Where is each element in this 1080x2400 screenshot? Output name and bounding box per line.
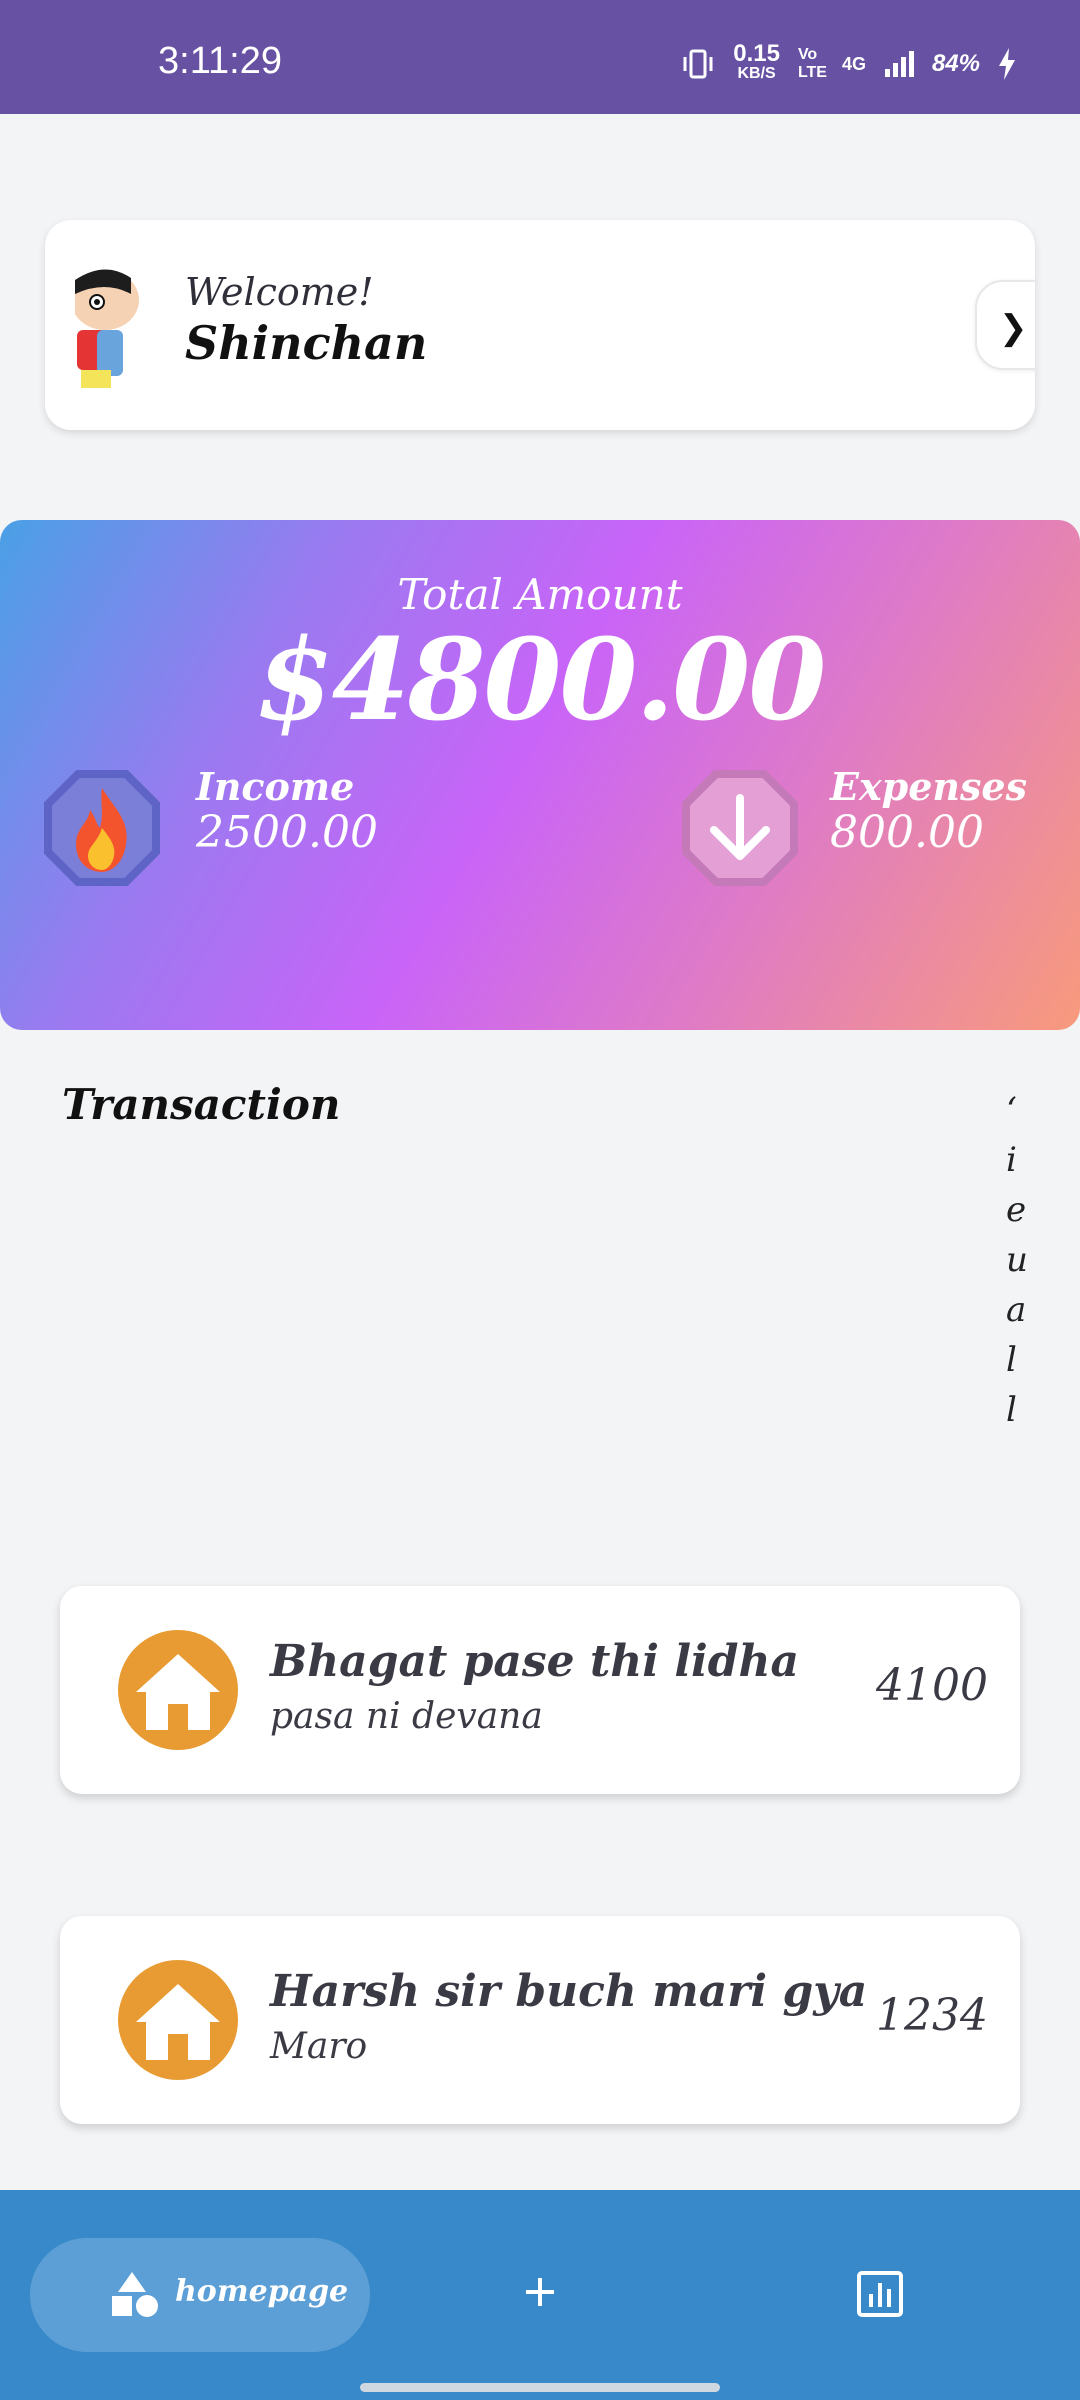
nav-add-button[interactable] (510, 2262, 570, 2322)
balance-card: Total Amount $4800.00 Income 2500.00 Exp… (0, 520, 1080, 1030)
clipped-side-text: ‘ i e u a l l (1006, 1090, 1026, 1430)
income-value: 2500.00 (196, 807, 378, 858)
settings-glyph-icon: ❯ (999, 308, 1028, 348)
welcome-text: Welcome! Shinchan (185, 270, 427, 370)
avatar[interactable] (71, 260, 165, 390)
total-amount-value: $4800.00 (255, 615, 827, 746)
transaction-card[interactable]: Bhagat pase thi lidha pasa ni devana 410… (60, 1586, 1020, 1794)
charging-icon (998, 48, 1016, 80)
expenses-label: Expenses (830, 764, 1027, 809)
vibrate-icon (681, 49, 715, 79)
volte-indicator: Vo LTE (797, 46, 827, 81)
nav-homepage[interactable]: homepage (30, 2238, 370, 2352)
income-block: Income 2500.00 (196, 764, 378, 858)
expenses-block: Expenses 800.00 (830, 764, 1027, 858)
net-speed: 0.15 KB/S (733, 40, 780, 83)
welcome-card: Welcome! Shinchan ❯ (45, 220, 1035, 430)
network-type: 4G (841, 53, 866, 74)
settings-button[interactable]: ❯ (975, 280, 1035, 370)
transaction-amount: 4100 (876, 1660, 988, 1711)
nav-stats-button[interactable] (856, 2270, 904, 2318)
transaction-subtitle: Maro (270, 2026, 368, 2067)
transaction-subtitle: pasa ni devana (270, 1696, 543, 1737)
home-indicator[interactable] (360, 2383, 720, 2392)
user-name: Shinchan (185, 316, 428, 370)
house-icon (118, 1630, 238, 1750)
battery-percent: 84% (931, 50, 980, 77)
shapes-icon (112, 2272, 158, 2317)
fire-icon (44, 770, 160, 886)
income-label: Income (196, 764, 355, 809)
status-bar: 3:11:29 0.15 KB/S Vo LTE 4G 84% (0, 0, 1080, 114)
bar-chart-icon (857, 2271, 903, 2317)
transaction-title: Bhagat pase thi lidha (270, 1636, 800, 1687)
transactions-title: Transaction (62, 1080, 341, 1129)
arrow-down-icon (682, 770, 798, 886)
plus-icon (526, 2278, 554, 2306)
nav-homepage-label: homepage (175, 2274, 349, 2309)
transaction-amount: 1234 (876, 1990, 988, 2041)
expenses-value: 800.00 (830, 807, 984, 858)
house-icon (118, 1960, 238, 2080)
transaction-title: Harsh sir buch mari gya (270, 1966, 868, 2017)
status-time: 3:11:29 (158, 40, 282, 82)
welcome-greeting: Welcome! (185, 270, 374, 314)
total-amount-label: Total Amount (397, 570, 683, 619)
signal-icon (884, 49, 914, 79)
transaction-card[interactable]: Harsh sir buch mari gya Maro 1234 (60, 1916, 1020, 2124)
status-indicators: 0.15 KB/S Vo LTE 4G 84% (681, 40, 1016, 84)
